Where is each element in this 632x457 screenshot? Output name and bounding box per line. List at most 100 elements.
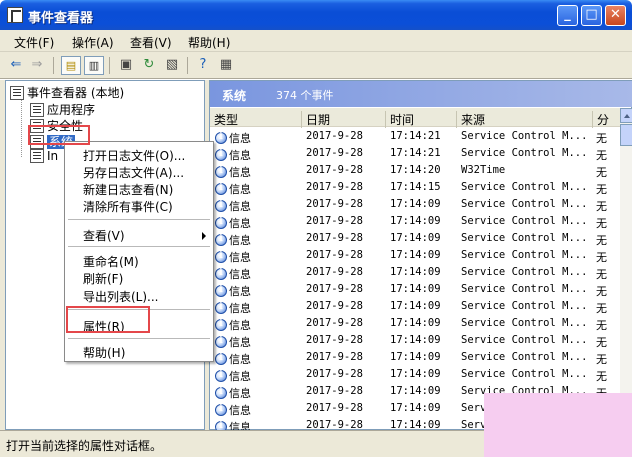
table-row[interactable]: 信息 2017-9-28 17:14:09 Service Control M... 无 [210, 247, 620, 264]
pane-header: 系统 374 个事件 [210, 81, 632, 107]
event-type-cell: 信息 [215, 266, 251, 282]
table-row[interactable]: 信息 2017-9-28 17:14:20 W32Time 无 [210, 162, 620, 179]
event-date-cell: 2017-9-28 [306, 368, 363, 380]
corner-overlay [484, 393, 632, 457]
tree-item-internet-explorer[interactable]: In [30, 149, 58, 163]
info-icon [215, 318, 227, 331]
show-hide-tree-icon[interactable]: ▥ [84, 56, 104, 75]
info-icon [215, 131, 227, 144]
close-button[interactable]: ✕ [605, 5, 626, 26]
table-row[interactable]: 信息 2017-9-28 17:14:09 Service Control M... 无 [210, 332, 620, 349]
menu-help-item[interactable]: 帮助(H) [83, 344, 125, 361]
event-source-cell: Service Control M... [461, 368, 588, 380]
info-icon [215, 386, 227, 399]
event-source-cell: Service Control M... [461, 232, 588, 244]
info-icon [215, 165, 227, 178]
minimize-button[interactable]: _ [557, 5, 578, 26]
event-type-cell: 信息 [215, 130, 251, 146]
event-source-cell: Service Control M... [461, 266, 588, 278]
column-source[interactable]: 来源 [457, 111, 593, 128]
menu-save-log-file[interactable]: 另存日志文件(A)... [83, 164, 184, 181]
info-icon [215, 250, 227, 263]
column-date[interactable]: 日期 [302, 111, 386, 128]
column-type[interactable]: 类型 [210, 111, 302, 128]
event-source-cell: W32Time [461, 164, 506, 176]
event-source-cell: Service Control M... [461, 300, 588, 312]
event-category-cell: 无 [596, 302, 607, 315]
event-time-cell: 17:14:21 [390, 147, 441, 159]
table-row[interactable]: 信息 2017-9-28 17:14:09 Service Control M... 无 [210, 264, 620, 281]
export-icon[interactable]: ▧ [162, 56, 182, 75]
tree-item-application[interactable]: 应用程序 [30, 101, 95, 118]
action-pane-icon[interactable]: ▦ [216, 56, 236, 75]
log-icon [30, 149, 44, 163]
table-row[interactable]: 信息 2017-9-28 17:14:21 Service Control M... 无 [210, 128, 620, 145]
table-row[interactable]: 信息 2017-9-28 17:14:09 Service Control M... 无 [210, 196, 620, 213]
table-row[interactable]: 信息 2017-9-28 17:14:09 Service Control M... 无 [210, 298, 620, 315]
info-icon [215, 182, 227, 195]
maximize-button[interactable]: □ [581, 5, 602, 26]
table-row[interactable]: 信息 2017-9-28 17:14:09 Service Control M... 无 [210, 366, 620, 383]
event-category-cell: 无 [596, 319, 607, 332]
menu-export-list[interactable]: 导出列表(L)... [83, 288, 159, 305]
event-category-cell: 无 [596, 200, 607, 213]
tree-root[interactable]: 事件查看器 (本地) [10, 84, 124, 101]
event-date-cell: 2017-9-28 [306, 249, 363, 261]
table-row[interactable]: 信息 2017-9-28 17:14:09 Service Control M... 无 [210, 230, 620, 247]
event-time-cell: 17:14:09 [390, 283, 441, 295]
menu-view[interactable]: 查看(V) [130, 34, 172, 51]
event-type-cell: 信息 [215, 334, 251, 350]
event-date-cell: 2017-9-28 [306, 232, 363, 244]
event-category-cell: 无 [596, 217, 607, 230]
table-row[interactable]: 信息 2017-9-28 17:14:15 Service Control M... 无 [210, 179, 620, 196]
table-row[interactable]: 信息 2017-9-28 17:14:09 Service Control M... 无 [210, 213, 620, 230]
menu-open-log-file[interactable]: 打开日志文件(O)... [83, 147, 185, 164]
event-type-cell: 信息 [215, 249, 251, 265]
menu-view-submenu[interactable]: 查看(V) [83, 227, 125, 244]
vertical-scrollbar[interactable] [620, 108, 632, 431]
toolbar: ⇐ ⇒ ▤ ▥ ▣ ↻ ▧ ? ▦ [0, 52, 632, 79]
menu-help[interactable]: 帮助(H) [188, 34, 230, 51]
menu-file[interactable]: 文件(F) [14, 34, 54, 51]
event-time-cell: 17:14:09 [390, 385, 441, 397]
event-date-cell: 2017-9-28 [306, 385, 363, 397]
table-row[interactable]: 信息 2017-9-28 17:14:09 Service Control M... 无 [210, 281, 620, 298]
scroll-thumb[interactable] [620, 124, 632, 146]
menu-action[interactable]: 操作(A) [72, 34, 114, 51]
menu-new-log-view[interactable]: 新建日志查看(N) [83, 181, 173, 198]
info-icon [215, 284, 227, 297]
table-row[interactable]: 信息 2017-9-28 17:14:09 Service Control M... 无 [210, 349, 620, 366]
info-icon [215, 369, 227, 382]
menu-clear-all-events[interactable]: 清除所有事件(C) [83, 198, 173, 215]
info-icon [215, 216, 227, 229]
event-source-cell: Service Control M... [461, 147, 588, 159]
event-time-cell: 17:14:09 [390, 351, 441, 363]
event-date-cell: 2017-9-28 [306, 351, 363, 363]
properties-icon[interactable]: ▣ [116, 56, 136, 75]
event-category-cell: 无 [596, 149, 607, 162]
event-date-cell: 2017-9-28 [306, 317, 363, 329]
event-date-cell: 2017-9-28 [306, 402, 363, 414]
highlight-properties-item [66, 306, 150, 333]
refresh-icon[interactable]: ↻ [139, 56, 159, 75]
menu-refresh[interactable]: 刷新(F) [83, 270, 123, 287]
back-arrow-icon[interactable]: ⇐ [6, 56, 26, 75]
event-type-cell: 信息 [215, 232, 251, 248]
column-category[interactable]: 分 [593, 111, 620, 128]
event-category-cell: 无 [596, 166, 607, 179]
menu-rename[interactable]: 重命名(M) [83, 253, 139, 270]
up-folder-icon[interactable]: ▤ [61, 56, 81, 75]
event-date-cell: 2017-9-28 [306, 283, 363, 295]
help-icon[interactable]: ? [193, 56, 213, 75]
column-header: 类型 日期 时间 来源 分 [210, 108, 620, 128]
event-time-cell: 17:14:09 [390, 266, 441, 278]
event-category-cell: 无 [596, 370, 607, 383]
column-time[interactable]: 时间 [386, 111, 457, 128]
scroll-up-arrow-icon[interactable] [620, 108, 632, 123]
event-type-cell: 信息 [215, 368, 251, 384]
table-row[interactable]: 信息 2017-9-28 17:14:21 Service Control M... 无 [210, 145, 620, 162]
forward-arrow-icon[interactable]: ⇒ [27, 56, 47, 75]
info-icon [215, 199, 227, 212]
info-icon [215, 301, 227, 314]
table-row[interactable]: 信息 2017-9-28 17:14:09 Service Control M... 无 [210, 315, 620, 332]
